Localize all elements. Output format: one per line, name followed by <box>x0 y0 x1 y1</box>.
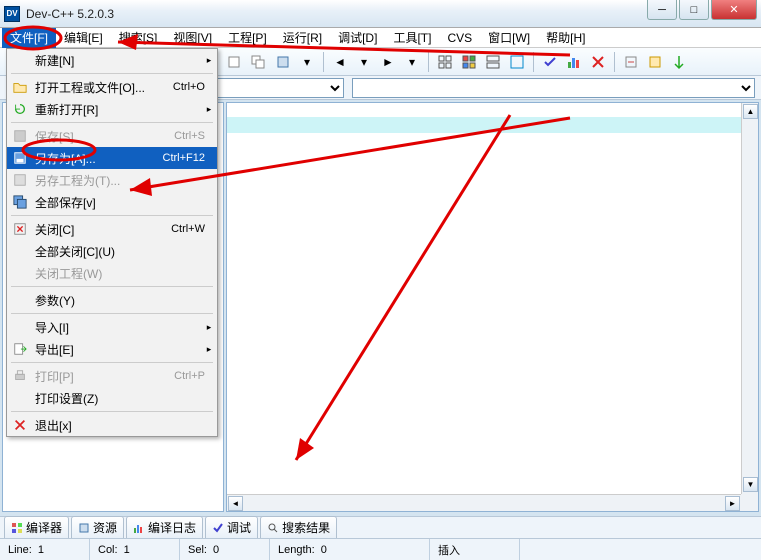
tab-debug[interactable]: 调试 <box>205 516 258 539</box>
toolbar-misc2[interactable] <box>644 51 666 73</box>
menu-separator <box>11 362 213 363</box>
tab-compilelog[interactable]: 编译日志 <box>126 516 203 539</box>
toolbar-layout2[interactable] <box>458 51 480 73</box>
toolbar-fwd[interactable]: ► <box>377 51 399 73</box>
toolbar-delete[interactable] <box>587 51 609 73</box>
exit-icon <box>11 417 29 433</box>
menu-params[interactable]: 参数(Y) <box>7 289 217 311</box>
saveprj-icon <box>11 172 29 188</box>
menu-printset[interactable]: 打印设置(Z) <box>7 387 217 409</box>
menu-project[interactable]: 工程[P] <box>220 27 275 48</box>
menu-saveas[interactable]: 另存为[A]...Ctrl+F12 <box>7 147 217 169</box>
menu-import[interactable]: 导入[I]▸ <box>7 316 217 338</box>
toolbar-chart[interactable] <box>563 51 585 73</box>
menu-window[interactable]: 窗口[W] <box>480 27 538 48</box>
menu-saveprj: 另存工程为(T)... <box>7 169 217 191</box>
toolbar-btn[interactable]: ▾ <box>401 51 423 73</box>
menu-new[interactable]: 新建[N]▸ <box>7 49 217 71</box>
menu-close[interactable]: 关闭[C]Ctrl+W <box>7 218 217 240</box>
menu-closeall[interactable]: 全部关闭[C](U) <box>7 240 217 262</box>
menu-separator <box>11 286 213 287</box>
combo-3[interactable] <box>352 78 755 98</box>
menu-debug[interactable]: 调试[D] <box>330 27 385 48</box>
menu-tools[interactable]: 工具[T] <box>385 27 439 48</box>
reopen-icon <box>11 101 29 117</box>
scrollbar-vertical[interactable]: ▲ ▼ <box>741 103 758 494</box>
status-insert: 插入 <box>430 539 520 560</box>
toolbar-btn[interactable] <box>272 51 294 73</box>
save-icon <box>11 128 29 144</box>
menu-view[interactable]: 视图[V] <box>165 27 220 48</box>
saveas-icon <box>11 150 29 166</box>
scroll-left-icon[interactable]: ◄ <box>228 496 243 511</box>
toolbar-btn[interactable]: ▾ <box>353 51 375 73</box>
export-icon <box>11 341 29 357</box>
bottom-tabs: 编译器 资源 编译日志 调试 搜索结果 <box>0 516 761 538</box>
tab-resources[interactable]: 资源 <box>71 516 124 539</box>
title-bar: DV Dev-C++ 5.2.0.3 ─ □ ✕ <box>0 0 761 28</box>
menu-export[interactable]: 导出[E]▸ <box>7 338 217 360</box>
toolbar-btn[interactable] <box>248 51 270 73</box>
status-line: Line:1 <box>0 539 90 560</box>
menu-cvs[interactable]: CVS <box>439 29 480 47</box>
window-title: Dev-C++ 5.2.0.3 <box>26 7 114 21</box>
status-sel: Sel:0 <box>180 539 270 560</box>
menu-separator <box>11 122 213 123</box>
menu-edit[interactable]: 编辑[E] <box>56 27 111 48</box>
toolbar-layout4[interactable] <box>506 51 528 73</box>
open-icon <box>11 79 29 95</box>
toolbar-layout1[interactable] <box>434 51 456 73</box>
close-button[interactable]: ✕ <box>711 0 757 20</box>
scroll-up-icon[interactable]: ▲ <box>743 104 758 119</box>
scroll-right-icon[interactable]: ► <box>725 496 740 511</box>
menu-file[interactable]: 文件[F] <box>2 27 56 48</box>
saveall-icon <box>11 194 29 210</box>
menu-help[interactable]: 帮助[H] <box>538 27 593 48</box>
scroll-down-icon[interactable]: ▼ <box>743 477 758 492</box>
status-empty <box>520 539 761 560</box>
menu-print: 打印[P]Ctrl+P <box>7 365 217 387</box>
toolbar-back[interactable]: ◄ <box>329 51 351 73</box>
menu-separator <box>11 73 213 74</box>
status-bar: Line:1 Col:1 Sel:0 Length:0 插入 <box>0 538 761 560</box>
close-icon <box>11 221 29 237</box>
menu-separator <box>11 411 213 412</box>
toolbar-misc1[interactable] <box>620 51 642 73</box>
scrollbar-horizontal[interactable]: ◄ ► <box>227 494 741 511</box>
status-length: Length:0 <box>270 539 430 560</box>
editor-area[interactable]: ▲ ▼ ◄ ► <box>226 102 759 512</box>
menu-separator <box>11 215 213 216</box>
file-dropdown: 新建[N]▸ 打开工程或文件[O]...Ctrl+O 重新打开[R]▸ 保存[S… <box>6 48 218 437</box>
menu-closeprj: 关闭工程(W) <box>7 262 217 284</box>
status-col: Col:1 <box>90 539 180 560</box>
menu-search[interactable]: 搜索[S] <box>111 27 166 48</box>
print-icon <box>11 368 29 384</box>
menu-reopen[interactable]: 重新打开[R]▸ <box>7 98 217 120</box>
editor-current-line <box>227 117 758 133</box>
menu-exit[interactable]: 退出[x] <box>7 414 217 436</box>
app-icon: DV <box>4 6 20 22</box>
menu-open[interactable]: 打开工程或文件[O]...Ctrl+O <box>7 76 217 98</box>
toolbar-layout3[interactable] <box>482 51 504 73</box>
toolbar-btn[interactable]: ▾ <box>296 51 318 73</box>
maximize-button[interactable]: □ <box>679 0 709 20</box>
toolbar-btn[interactable] <box>224 51 246 73</box>
menu-separator <box>11 313 213 314</box>
menu-bar: 文件[F] 编辑[E] 搜索[S] 视图[V] 工程[P] 运行[R] 调试[D… <box>0 28 761 48</box>
menu-saveall[interactable]: 全部保存[v] <box>7 191 217 213</box>
toolbar-check[interactable] <box>539 51 561 73</box>
tab-compiler[interactable]: 编译器 <box>4 516 69 539</box>
menu-save: 保存[S]Ctrl+S <box>7 125 217 147</box>
tab-searchres[interactable]: 搜索结果 <box>260 516 337 539</box>
toolbar-misc3[interactable] <box>668 51 690 73</box>
scroll-corner <box>741 494 758 511</box>
menu-run[interactable]: 运行[R] <box>275 27 330 48</box>
minimize-button[interactable]: ─ <box>647 0 677 20</box>
